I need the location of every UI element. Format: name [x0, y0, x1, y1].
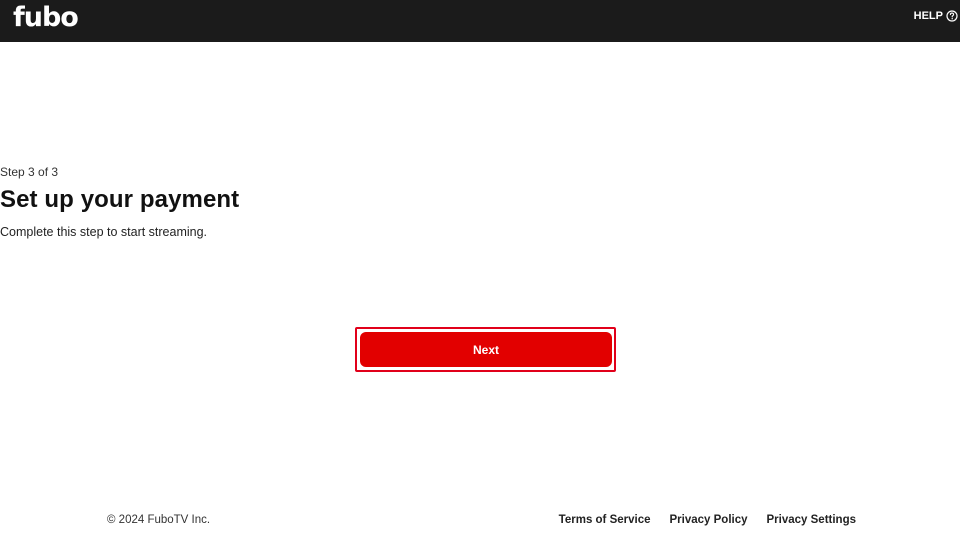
page-subtitle: Complete this step to start streaming.	[0, 225, 208, 239]
privacy-policy-link[interactable]: Privacy Policy	[670, 514, 748, 526]
fubo-logo[interactable]: fubo	[13, 1, 79, 35]
question-circle-icon	[946, 10, 958, 22]
top-nav-bar: fubo HELP	[0, 0, 960, 42]
help-label: HELP	[913, 10, 943, 22]
terms-of-service-link[interactable]: Terms of Service	[559, 514, 651, 526]
footer-links: Terms of Service Privacy Policy Privacy …	[559, 514, 856, 526]
step-indicator: Step 3 of 3	[0, 165, 59, 179]
next-button[interactable]: Next	[360, 332, 612, 367]
privacy-settings-link[interactable]: Privacy Settings	[767, 514, 856, 526]
copyright-text: © 2024 FuboTV Inc.	[107, 514, 211, 526]
help-link[interactable]: HELP	[914, 10, 958, 22]
page-title: Set up your payment	[0, 186, 240, 213]
